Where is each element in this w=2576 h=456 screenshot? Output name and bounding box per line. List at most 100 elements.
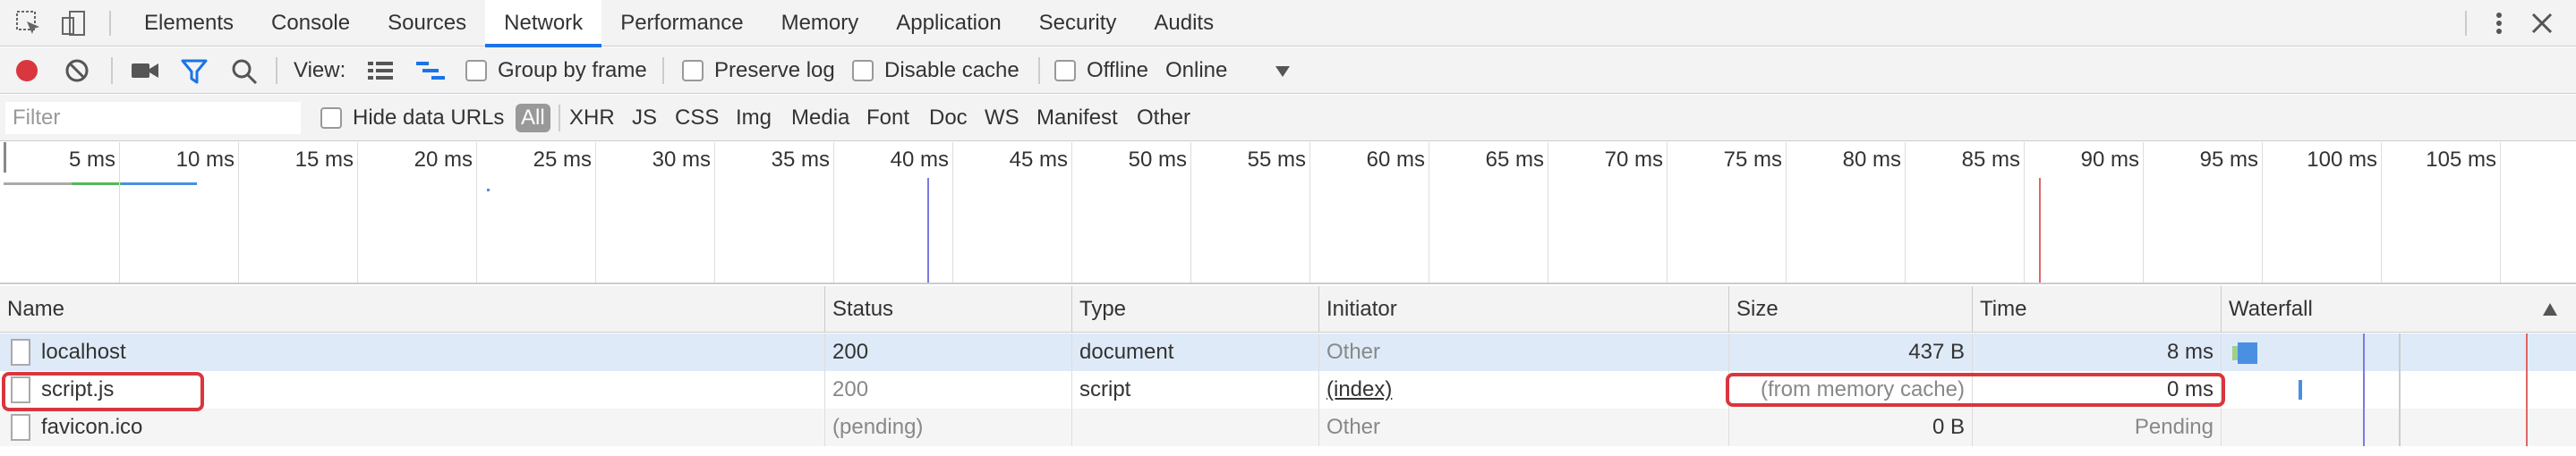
device-toolbar-icon[interactable]	[59, 9, 88, 38]
table-row[interactable]: localhost 200 document Other 437 B 8 ms	[0, 334, 2576, 371]
request-name[interactable]: localhost	[41, 334, 126, 371]
offline-checkbox[interactable]	[1054, 60, 1076, 81]
waterfall-bar	[2238, 342, 2257, 364]
waterfall-bar	[2299, 380, 2302, 400]
timeline-tick-label: 60 ms	[1366, 148, 1425, 172]
filter-icon[interactable]	[181, 58, 208, 85]
toolbar-divider	[109, 11, 111, 36]
dropdown-arrow-icon[interactable]	[1275, 65, 1291, 78]
tab-audits[interactable]: Audits	[1135, 0, 1233, 46]
disable-cache-label: Disable cache	[884, 58, 1019, 82]
timeline-tick-label: 90 ms	[2080, 148, 2139, 172]
large-rows-icon[interactable]	[367, 60, 394, 81]
initiator-link[interactable]: (index)	[1326, 377, 1392, 401]
timeline-bar	[72, 182, 122, 185]
network-toolbar: View: Group by frame Preserve log Disabl…	[0, 47, 2576, 94]
cell-status: 200	[825, 334, 1072, 371]
table-row[interactable]: favicon.ico (pending) Other 0 B Pending	[0, 409, 2576, 446]
overview-icon[interactable]	[415, 60, 446, 81]
request-name[interactable]: favicon.ico	[41, 409, 142, 446]
toolbar-divider	[276, 57, 277, 84]
group-by-frame-checkbox[interactable]	[465, 60, 487, 81]
toolbar-divider	[111, 57, 113, 84]
cell-size: 0 B	[1729, 409, 1973, 446]
column-waterfall[interactable]: Waterfall	[2222, 286, 2576, 333]
hide-data-urls-checkbox[interactable]	[320, 107, 342, 129]
timeline-tick-label: 95 ms	[2199, 148, 2258, 172]
timeline-tick-label: 15 ms	[294, 148, 354, 172]
preserve-log-label: Preserve log	[714, 58, 835, 82]
sort-ascending-icon[interactable]	[2542, 302, 2558, 317]
cell-time: 8 ms	[1973, 334, 2222, 371]
timeline-tick-label: 40 ms	[890, 148, 949, 172]
filter-type-manifest[interactable]: Manifest	[1036, 95, 1118, 141]
tab-console[interactable]: Console	[252, 0, 369, 46]
filter-type-img[interactable]: Img	[736, 95, 772, 141]
timeline-gridline	[1190, 142, 1191, 283]
more-icon[interactable]	[2485, 9, 2513, 38]
filter-type-xhr[interactable]: XHR	[569, 95, 615, 141]
timeline-tick-label: 20 ms	[414, 148, 473, 172]
record-icon[interactable]	[14, 58, 39, 83]
filter-input[interactable]	[5, 102, 301, 134]
file-icon	[11, 339, 30, 366]
filter-type-media[interactable]: Media	[791, 95, 849, 141]
cell-initiator: Other	[1319, 409, 1729, 446]
filter-type-ws[interactable]: WS	[985, 95, 1019, 141]
timeline-gridline	[357, 142, 358, 283]
group-by-frame-label: Group by frame	[498, 58, 647, 82]
filter-type-doc[interactable]: Doc	[929, 95, 968, 141]
cell-type: document	[1072, 334, 1319, 371]
timeline-tick-label: 105 ms	[2426, 148, 2496, 172]
close-icon[interactable]	[2528, 9, 2556, 38]
dom-content-loaded-line	[2363, 334, 2365, 456]
tab-security[interactable]: Security	[1020, 0, 1136, 46]
cell-initiator: Other	[1319, 334, 1729, 371]
filter-type-other[interactable]: Other	[1137, 95, 1190, 141]
timeline-gridline	[2024, 142, 2025, 283]
inspect-icon[interactable]	[14, 9, 43, 38]
hide-data-urls-label: Hide data URLs	[353, 106, 505, 130]
preserve-log-checkbox[interactable]	[682, 60, 704, 81]
timeline-bar	[4, 182, 72, 185]
capture-screenshots-icon[interactable]	[131, 60, 159, 81]
tab-elements[interactable]: Elements	[125, 0, 252, 46]
clear-icon[interactable]	[64, 58, 90, 83]
column-size[interactable]: Size	[1729, 286, 1973, 333]
timeline-gridline	[1309, 142, 1310, 283]
timeline-tick-label: 5 ms	[68, 148, 115, 172]
tab-performance[interactable]: Performance	[601, 0, 762, 46]
timeline-tick-label: 100 ms	[2307, 148, 2377, 172]
column-name[interactable]: Name	[0, 286, 825, 333]
timeline-tick-label: 80 ms	[1842, 148, 1901, 172]
toolbar-divider	[559, 105, 560, 131]
filter-type-font[interactable]: Font	[866, 95, 909, 141]
timeline-gridline	[952, 142, 953, 283]
tab-network[interactable]: Network	[485, 0, 602, 47]
filter-type-js[interactable]: JS	[632, 95, 657, 141]
filter-bar: Hide data URLs All XHR JS CSS Img Media …	[0, 95, 2576, 141]
timeline-tick-label: 10 ms	[175, 148, 235, 172]
timeline-tick-label: 75 ms	[1723, 148, 1782, 172]
tab-application[interactable]: Application	[877, 0, 1019, 46]
cell-status: (pending)	[825, 409, 1072, 446]
search-icon[interactable]	[231, 58, 258, 85]
timeline-tick-label: 70 ms	[1604, 148, 1663, 172]
timeline-overview[interactable]: 5 ms 10 ms 15 ms 20 ms 25 ms 30 ms 35 ms 40 ms 4…	[0, 142, 2576, 284]
column-initiator[interactable]: Initiator	[1319, 286, 1729, 333]
throttling-select[interactable]: Online	[1165, 47, 1227, 94]
filter-type-all[interactable]: All	[516, 104, 550, 132]
disable-cache-checkbox[interactable]	[852, 60, 874, 81]
tab-sources[interactable]: Sources	[369, 0, 485, 46]
column-time[interactable]: Time	[1973, 286, 2222, 333]
column-status[interactable]: Status	[825, 286, 1072, 333]
column-type[interactable]: Type	[1072, 286, 1319, 333]
load-event-line	[2526, 334, 2528, 456]
timeline-tick-label: 65 ms	[1485, 148, 1544, 172]
timeline-gridline	[2500, 142, 2501, 283]
timeline-tick-label: 85 ms	[1961, 148, 2020, 172]
timeline-gridline	[833, 142, 834, 283]
filter-type-css[interactable]: CSS	[675, 95, 719, 141]
tab-memory[interactable]: Memory	[763, 0, 878, 46]
timeline-gridline	[1905, 142, 1906, 283]
